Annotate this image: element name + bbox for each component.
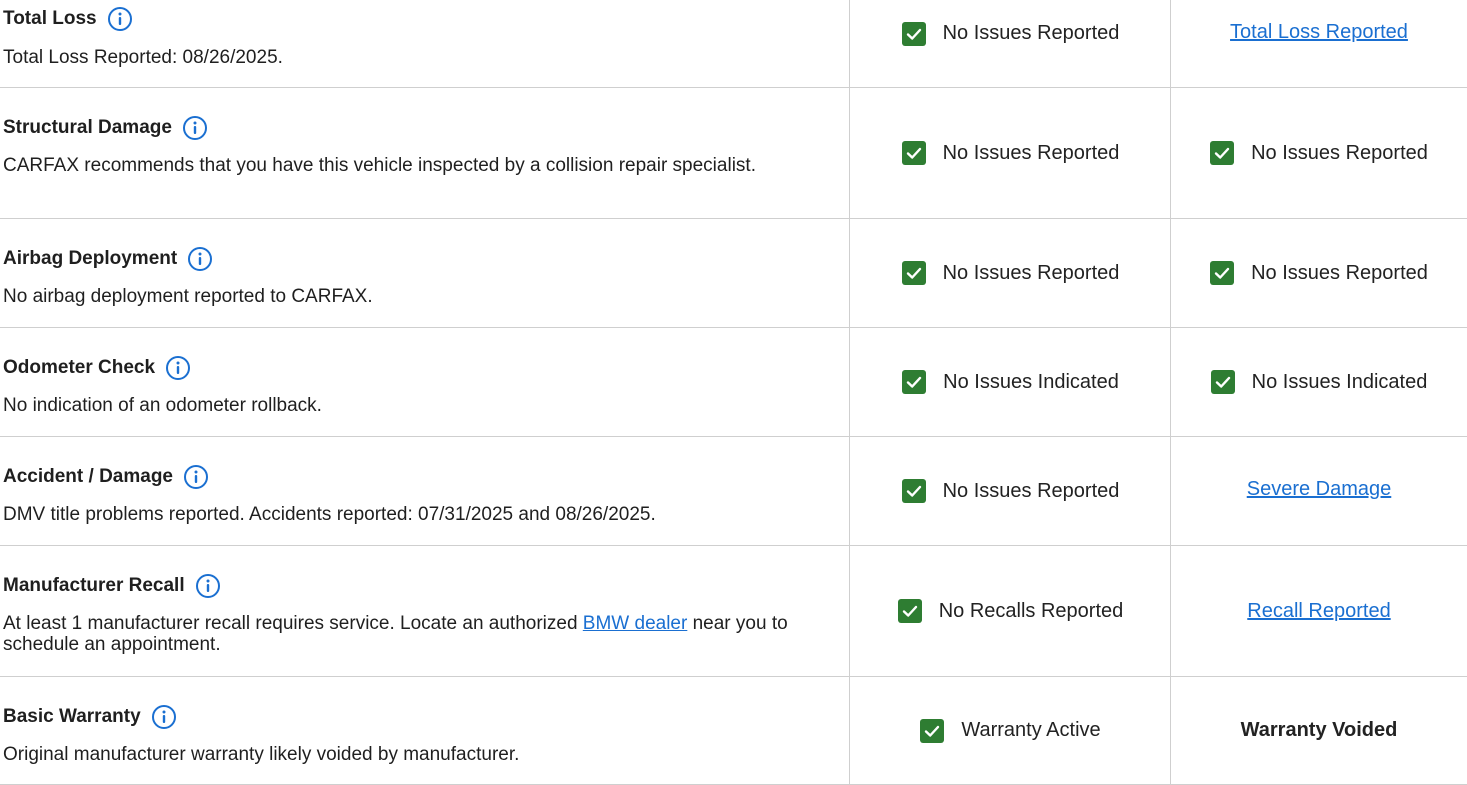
row-description: CARFAX recommends that you have this veh… xyxy=(3,155,756,176)
description-text: At least 1 manufacturer recall requires … xyxy=(3,613,583,634)
row-info-cell: Total Loss Total Loss Reported: 08/26/20… xyxy=(0,0,849,87)
info-circle-icon[interactable] xyxy=(151,704,177,730)
row-title: Basic Warranty xyxy=(3,706,141,727)
row-title: Airbag Deployment xyxy=(3,248,178,269)
recall-reported-link[interactable]: Recall Reported xyxy=(1247,600,1390,623)
row-description: At least 1 manufacturer recall requires … xyxy=(3,613,813,655)
status-text: No Issues Reported xyxy=(1251,261,1428,284)
other-status-cell: Recall Reported xyxy=(1170,546,1467,676)
warranty-voided-status: Warranty Voided xyxy=(1240,719,1398,741)
status-text: No Recalls Reported xyxy=(938,599,1124,622)
row-info-cell: Basic Warranty Original manufacturer war… xyxy=(0,677,849,784)
checkbox-checked-icon xyxy=(897,599,922,623)
other-status-cell: Total Loss Reported xyxy=(1170,0,1467,87)
carfax-status-cell: No Issues Reported xyxy=(849,437,1171,545)
other-status-cell: No Issues Reported xyxy=(1170,88,1467,218)
row-info-cell: Structural Damage CARFAX recommends that… xyxy=(0,88,849,218)
checkbox-checked-icon xyxy=(1210,261,1235,285)
row-title: Total Loss xyxy=(3,8,97,29)
row-description: DMV title problems reported. Accidents r… xyxy=(3,504,656,525)
row-description: No indication of an odometer rollback. xyxy=(3,395,322,416)
severe-damage-link[interactable]: Severe Damage xyxy=(1247,478,1392,501)
carfax-status-cell: No Issues Reported xyxy=(849,219,1171,327)
checkbox-checked-icon xyxy=(920,718,945,743)
status-text: No Issues Reported xyxy=(942,22,1120,44)
carfax-status-cell: Warranty Active xyxy=(849,677,1171,784)
checkbox-checked-icon xyxy=(901,141,926,165)
row-description: Original manufacturer warranty likely vo… xyxy=(3,744,520,765)
table-row: Structural Damage CARFAX recommends that… xyxy=(0,88,1467,219)
other-status-cell: Warranty Voided xyxy=(1170,677,1467,784)
total-loss-reported-link[interactable]: Total Loss Reported xyxy=(1230,21,1408,44)
other-status-cell: Severe Damage xyxy=(1170,437,1467,545)
row-info-cell: Accident / Damage DMV title problems rep… xyxy=(0,437,849,545)
info-circle-icon[interactable] xyxy=(187,246,213,272)
bmw-dealer-link[interactable]: BMW dealer xyxy=(583,613,688,634)
checkbox-checked-icon xyxy=(901,261,926,285)
row-title: Manufacturer Recall xyxy=(3,575,185,596)
other-status-cell: No Issues Indicated xyxy=(1170,328,1467,436)
table-row: Total Loss Total Loss Reported: 08/26/20… xyxy=(0,0,1467,88)
info-circle-icon[interactable] xyxy=(182,115,208,141)
row-title: Odometer Check xyxy=(3,357,156,378)
status-text: No Issues Reported xyxy=(942,261,1120,284)
info-circle-icon[interactable] xyxy=(195,573,221,599)
table-row: Accident / Damage DMV title problems rep… xyxy=(0,437,1467,546)
row-title: Accident / Damage xyxy=(3,466,173,487)
table-row: Airbag Deployment No airbag deployment r… xyxy=(0,219,1467,328)
status-text: No Issues Reported xyxy=(942,479,1120,502)
row-info-cell: Manufacturer Recall At least 1 manufactu… xyxy=(0,546,849,676)
info-circle-icon[interactable] xyxy=(165,355,191,381)
checkbox-checked-icon xyxy=(901,21,926,46)
carfax-status-cell: No Issues Reported xyxy=(849,0,1171,87)
row-info-cell: Airbag Deployment No airbag deployment r… xyxy=(0,219,849,327)
status-text: No Issues Reported xyxy=(942,141,1120,164)
carfax-status-cell: No Issues Reported xyxy=(849,88,1171,218)
carfax-status-cell: No Issues Indicated xyxy=(849,328,1171,436)
checkbox-checked-icon xyxy=(902,370,927,394)
checkbox-checked-icon xyxy=(1210,370,1235,394)
carfax-status-cell: No Recalls Reported xyxy=(849,546,1171,676)
other-status-cell: No Issues Reported xyxy=(1170,219,1467,327)
status-text: Warranty Active xyxy=(961,719,1101,741)
table-row: Basic Warranty Original manufacturer war… xyxy=(0,677,1467,785)
status-text: No Issues Reported xyxy=(1251,141,1428,164)
table-row: Manufacturer Recall At least 1 manufactu… xyxy=(0,546,1467,677)
row-description: Total Loss Reported: 08/26/2025. xyxy=(3,47,283,68)
info-circle-icon[interactable] xyxy=(183,464,209,490)
checkbox-checked-icon xyxy=(1210,141,1235,165)
info-circle-icon[interactable] xyxy=(107,6,133,32)
history-comparison-table: Total Loss Total Loss Reported: 08/26/20… xyxy=(0,0,1467,785)
checkbox-checked-icon xyxy=(901,479,926,503)
status-text: No Issues Indicated xyxy=(943,370,1119,393)
row-info-cell: Odometer Check No indication of an odome… xyxy=(0,328,849,436)
row-description: No airbag deployment reported to CARFAX. xyxy=(3,286,373,307)
status-text: No Issues Indicated xyxy=(1251,370,1428,393)
table-row: Odometer Check No indication of an odome… xyxy=(0,328,1467,437)
row-title: Structural Damage xyxy=(3,117,172,138)
